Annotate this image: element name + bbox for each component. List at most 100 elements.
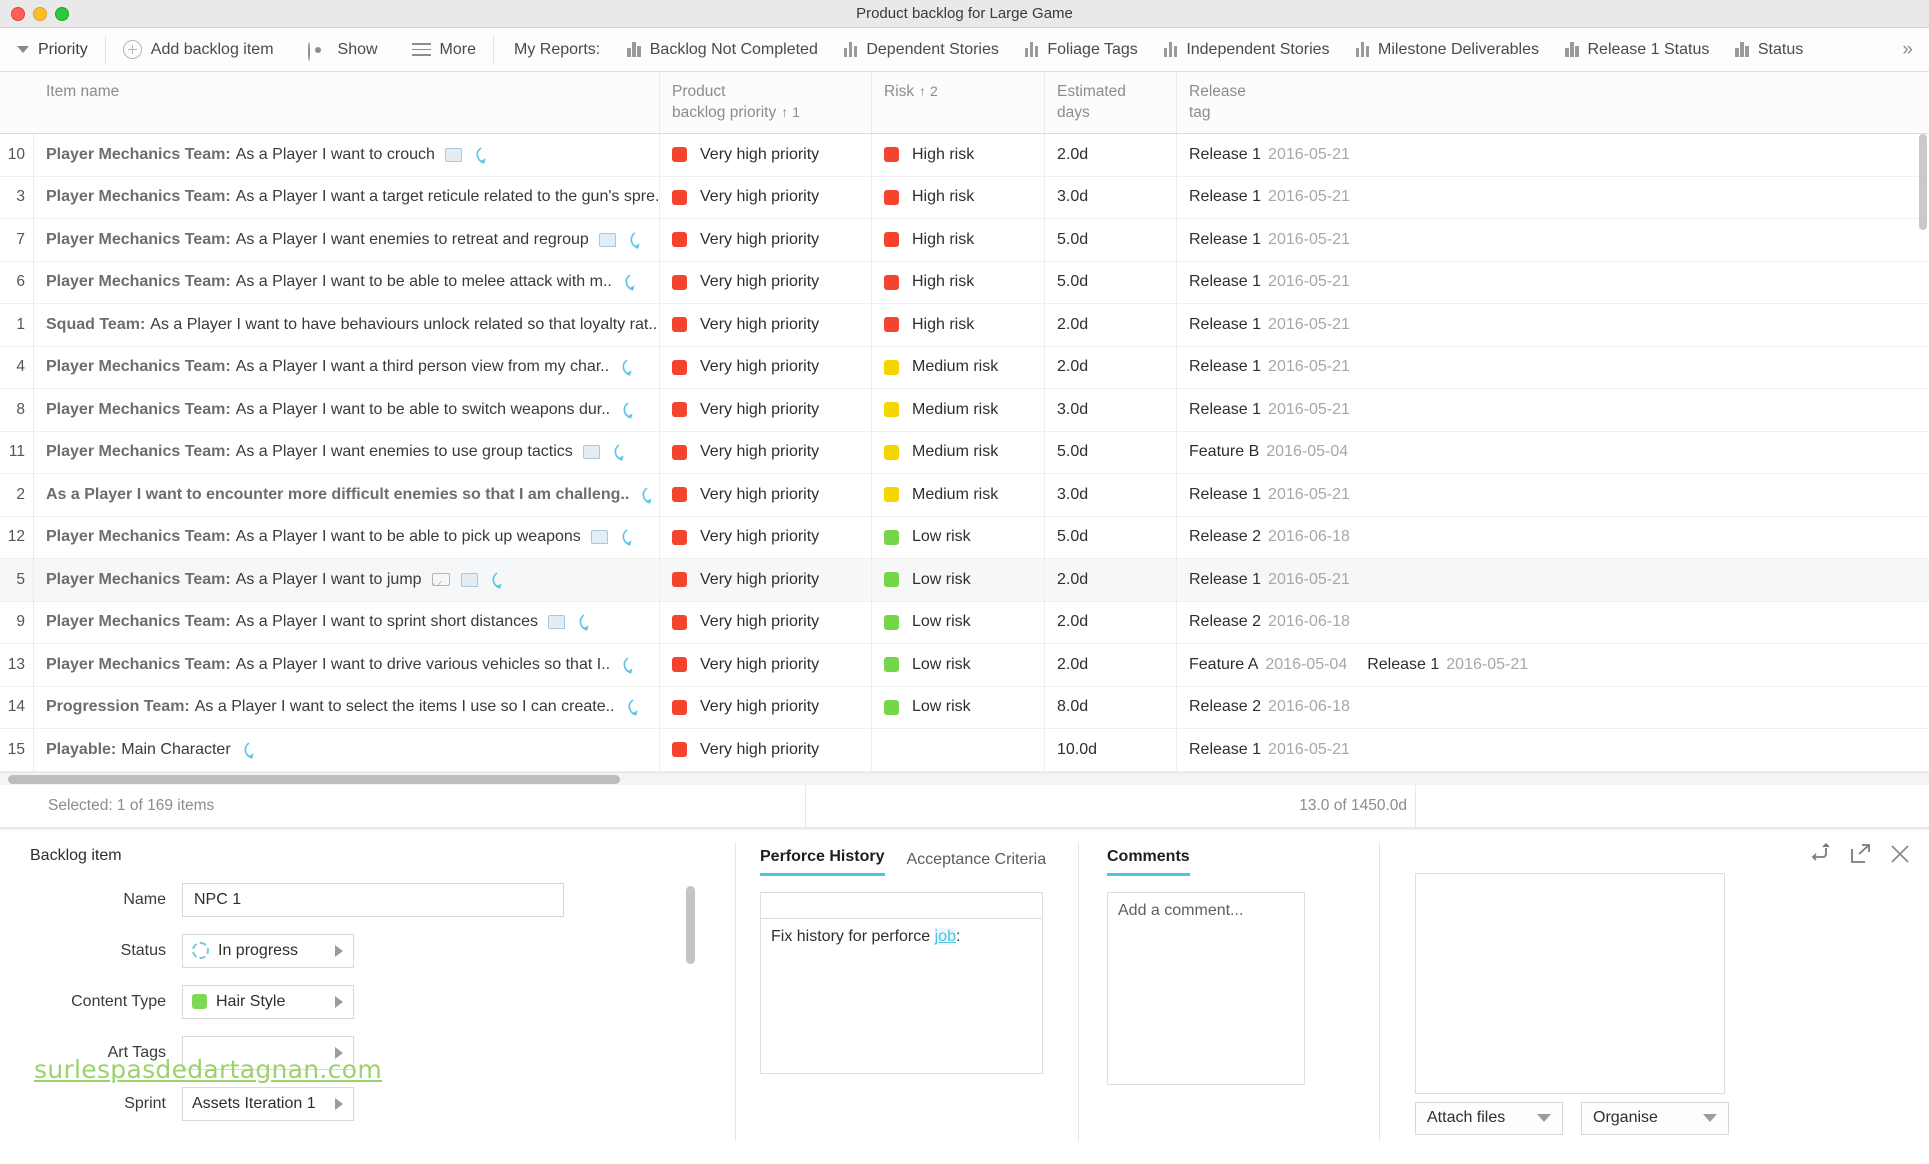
cell-release-tag[interactable]: Release 1 2016-05-21 bbox=[1177, 474, 1929, 516]
table-row[interactable]: 13 Player Mechanics Team: As a Player I wa… bbox=[0, 644, 1929, 687]
cell-release-tag[interactable]: Release 1 2016-05-21 bbox=[1177, 134, 1929, 176]
cell-risk[interactable]: High risk bbox=[872, 304, 1045, 346]
report-release-1-status[interactable]: Release 1 Status bbox=[1552, 41, 1722, 59]
cell-priority[interactable]: Very high priority bbox=[660, 304, 872, 346]
show-button[interactable]: Show bbox=[291, 28, 395, 71]
cell-estimated-days[interactable]: 10.0d bbox=[1045, 729, 1177, 771]
tab-comments[interactable]: Comments bbox=[1107, 848, 1190, 876]
close-icon[interactable] bbox=[1889, 843, 1911, 865]
cell-risk[interactable]: High risk bbox=[872, 219, 1045, 261]
cell-priority[interactable]: Very high priority bbox=[660, 516, 872, 558]
cell-priority[interactable]: Very high priority bbox=[660, 559, 872, 601]
attach-files-dropdown[interactable]: Attach files bbox=[1415, 1101, 1563, 1135]
cell-item-name[interactable]: Player Mechanics Team: As a Player I want… bbox=[34, 389, 660, 431]
cell-risk[interactable]: High risk bbox=[872, 176, 1045, 218]
add-backlog-item-button[interactable]: Add backlog item bbox=[106, 28, 291, 71]
cell-item-name[interactable]: Playable: Main Character bbox=[34, 729, 660, 771]
cell-risk[interactable]: Medium risk bbox=[872, 389, 1045, 431]
cell-risk[interactable]: Low risk bbox=[872, 559, 1045, 601]
cell-estimated-days[interactable]: 2.0d bbox=[1045, 346, 1177, 388]
note-icon[interactable] bbox=[444, 147, 462, 162]
table-row[interactable]: 5 Player Mechanics Team: As a Player I wan… bbox=[0, 559, 1929, 602]
cell-item-name[interactable]: Player Mechanics Team: As a Player I want… bbox=[34, 134, 660, 176]
cell-priority[interactable]: Very high priority bbox=[660, 431, 872, 473]
cell-release-tag[interactable]: Release 2 2016-06-18 bbox=[1177, 602, 1929, 644]
note-icon[interactable] bbox=[582, 445, 600, 460]
scrollbar-thumb[interactable] bbox=[8, 774, 620, 784]
cell-item-name[interactable]: Player Mechanics Team: As a Player I want… bbox=[34, 516, 660, 558]
cell-estimated-days[interactable]: 3.0d bbox=[1045, 474, 1177, 516]
report-independent-stories[interactable]: Independent Stories bbox=[1151, 41, 1343, 59]
cell-risk[interactable]: High risk bbox=[872, 261, 1045, 303]
sprint-select[interactable]: Assets Iteration 1 bbox=[182, 1086, 354, 1121]
cell-release-tag[interactable]: Release 1 2016-05-21 bbox=[1177, 389, 1929, 431]
attachment-dropzone[interactable] bbox=[1415, 872, 1725, 1094]
header-item-name[interactable]: Item name bbox=[34, 72, 660, 133]
cell-estimated-days[interactable]: 2.0d bbox=[1045, 644, 1177, 686]
cell-risk[interactable] bbox=[872, 729, 1045, 771]
tab-acceptance-criteria[interactable]: Acceptance Criteria bbox=[907, 851, 1047, 876]
cell-release-tag[interactable]: Release 2 2016-06-18 bbox=[1177, 687, 1929, 729]
table-row[interactable]: 6 Player Mechanics Team: As a Player I wan… bbox=[0, 261, 1929, 304]
cell-item-name[interactable]: Player Mechanics Team: As a Player I want… bbox=[34, 644, 660, 686]
header-product-backlog-priority[interactable]: Product backlog priority ↑ 1 bbox=[660, 72, 872, 133]
cell-priority[interactable]: Very high priority bbox=[660, 346, 872, 388]
cell-estimated-days[interactable]: 2.0d bbox=[1045, 304, 1177, 346]
cell-priority[interactable]: Very high priority bbox=[660, 219, 872, 261]
cell-risk[interactable]: Medium risk bbox=[872, 431, 1045, 473]
cell-priority[interactable]: Very high priority bbox=[660, 389, 872, 431]
cell-item-name[interactable]: Player Mechanics Team: As a Player I want… bbox=[34, 559, 660, 601]
cell-priority[interactable]: Very high priority bbox=[660, 601, 872, 643]
cell-risk[interactable]: High risk bbox=[872, 134, 1045, 176]
header-estimated-days[interactable]: Estimated days bbox=[1045, 72, 1177, 133]
cell-estimated-days[interactable]: 5.0d bbox=[1045, 516, 1177, 558]
cell-item-name[interactable]: Player Mechanics Team: As a Player I want… bbox=[34, 601, 660, 643]
status-select[interactable]: In progress bbox=[182, 933, 354, 968]
table-row[interactable]: 4 Player Mechanics Team: As a Player I wan… bbox=[0, 346, 1929, 389]
cell-release-tag[interactable]: Release 1 2016-05-21 bbox=[1177, 559, 1929, 601]
table-row[interactable]: 3 Player Mechanics Team: As a Player I wan… bbox=[0, 176, 1929, 219]
cell-priority[interactable]: Very high priority bbox=[660, 729, 872, 771]
report-dependent-stories[interactable]: Dependent Stories bbox=[831, 41, 1012, 59]
cell-priority[interactable]: Very high priority bbox=[660, 261, 872, 303]
cell-priority[interactable]: Very high priority bbox=[660, 686, 872, 728]
note-icon[interactable] bbox=[460, 572, 478, 587]
cell-priority[interactable]: Very high priority bbox=[660, 176, 872, 218]
cell-release-tag[interactable]: Release 1 2016-05-21 bbox=[1177, 347, 1929, 389]
cell-estimated-days[interactable]: 5.0d bbox=[1045, 219, 1177, 261]
name-input[interactable]: NPC 1 bbox=[182, 882, 564, 917]
cell-item-name[interactable]: Player Mechanics Team: As a Player I want… bbox=[34, 346, 660, 388]
organise-dropdown[interactable]: Organise bbox=[1581, 1101, 1729, 1135]
cell-estimated-days[interactable]: 5.0d bbox=[1045, 261, 1177, 303]
cell-estimated-days[interactable]: 3.0d bbox=[1045, 176, 1177, 218]
report-milestone-deliverables[interactable]: Milestone Deliverables bbox=[1343, 41, 1552, 59]
report-status[interactable]: Status bbox=[1722, 41, 1816, 59]
cell-release-tag[interactable]: Release 1 2016-05-21 bbox=[1177, 304, 1929, 346]
cell-item-name[interactable]: Squad Team: As a Player I want to have be… bbox=[34, 304, 660, 346]
cell-item-name[interactable]: Player Mechanics Team: As a Player I want… bbox=[34, 219, 660, 261]
toolbar-overflow-button[interactable]: » bbox=[1894, 28, 1921, 71]
cell-item-name[interactable]: As a Player I want to encounter more dif… bbox=[34, 474, 660, 516]
table-row[interactable]: 9 Player Mechanics Team: As a Player I wan… bbox=[0, 601, 1929, 644]
cell-release-tag[interactable]: Release 1 2016-05-21 bbox=[1177, 219, 1929, 261]
cell-release-tag[interactable]: Release 1 2016-05-21 bbox=[1177, 177, 1929, 219]
priority-dropdown[interactable]: Priority bbox=[0, 28, 105, 71]
cell-item-name[interactable]: Player Mechanics Team: As a Player I want… bbox=[34, 261, 660, 303]
cell-estimated-days[interactable]: 2.0d bbox=[1045, 559, 1177, 601]
table-row[interactable]: 2 As a Player I want to encounter more di… bbox=[0, 474, 1929, 517]
cell-release-tag[interactable]: Release 1 2016-05-21 bbox=[1177, 262, 1929, 304]
report-foliage-tags[interactable]: Foliage Tags bbox=[1012, 41, 1151, 59]
cell-item-name[interactable]: Progression Team: As a Player I want to s… bbox=[34, 686, 660, 728]
cell-risk[interactable]: Low risk bbox=[872, 644, 1045, 686]
cell-priority[interactable]: Very high priority bbox=[660, 474, 872, 516]
table-row[interactable]: 8 Player Mechanics Team: As a Player I wan… bbox=[0, 389, 1929, 432]
table-row[interactable]: 10 Player Mechanics Team: As a Player I wa… bbox=[0, 134, 1929, 177]
cell-item-name[interactable]: Player Mechanics Team: As a Player I want… bbox=[34, 431, 660, 473]
cell-release-tag[interactable]: Release 2 2016-06-18 bbox=[1177, 517, 1929, 559]
cell-release-tag[interactable]: Release 1 2016-05-21 bbox=[1177, 729, 1929, 771]
table-row[interactable]: 14 Progression Team: As a Player I want to… bbox=[0, 686, 1929, 729]
cell-risk[interactable]: Medium risk bbox=[872, 346, 1045, 388]
table-row[interactable]: 12 Player Mechanics Team: As a Player I wa… bbox=[0, 516, 1929, 559]
history-input[interactable] bbox=[760, 891, 1043, 919]
cell-priority[interactable]: Very high priority bbox=[660, 134, 872, 176]
